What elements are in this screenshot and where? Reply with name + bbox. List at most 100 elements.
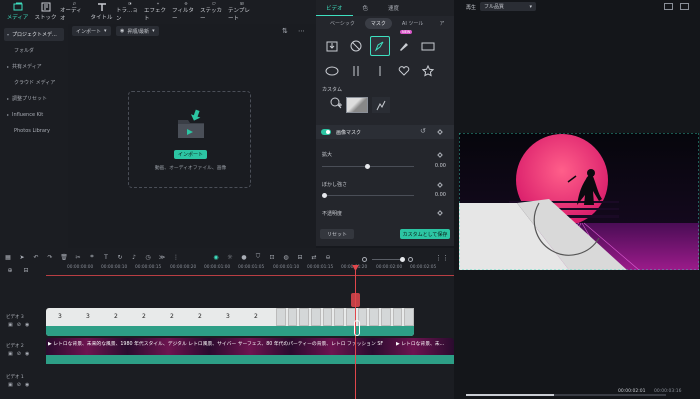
custom-mask-thumb-1[interactable] <box>346 97 368 113</box>
mask-ellipse[interactable] <box>322 61 342 81</box>
toolbar-template[interactable]: テンプレート <box>228 0 255 22</box>
sidebar-item-shared-media[interactable]: ▸ 共有メディア <box>4 60 64 73</box>
timer-icon[interactable]: ◷ <box>144 253 152 261</box>
zoom-slider[interactable] <box>372 257 405 262</box>
shield-icon[interactable]: ⛉ <box>254 253 262 261</box>
cursor-icon[interactable]: ➤ <box>18 253 26 261</box>
toolbar-stock[interactable]: ストック <box>32 0 59 22</box>
cut-icon[interactable]: ✂ <box>74 253 82 261</box>
tab-color[interactable]: 色 <box>353 0 379 16</box>
speed-icon[interactable]: ≫ <box>158 253 166 261</box>
eye-icon[interactable]: ◉ <box>25 351 29 357</box>
eye-icon[interactable]: ◉ <box>25 322 29 328</box>
opacity-keyframe-icon[interactable] <box>437 210 443 216</box>
reset-button[interactable]: リセット <box>320 229 354 239</box>
snapshot-icon[interactable] <box>664 3 673 10</box>
mask-brush[interactable]: NEW <box>394 30 414 56</box>
sort-dropdown[interactable]: ◉ 昇順/最新 ▾ <box>116 26 159 36</box>
mask-pen[interactable] <box>370 36 390 56</box>
snap-icon[interactable]: ⊡ <box>268 253 276 261</box>
mask-star[interactable] <box>418 61 438 81</box>
save-custom-button[interactable]: カスタムとして保存 <box>400 229 450 239</box>
tab-video[interactable]: ビデオ <box>316 0 353 16</box>
add-track-icon[interactable]: ⊕ <box>6 266 14 274</box>
toolbar-audio-label: オーディオ <box>60 8 82 22</box>
toolbar-filter[interactable]: フィルター <box>172 0 199 22</box>
mask-none[interactable] <box>346 36 366 56</box>
layout-icon[interactable]: ▦ <box>4 253 12 261</box>
toolbar-audio[interactable]: オーディオ <box>60 0 87 22</box>
crop-icon[interactable]: ⌗ <box>88 253 96 261</box>
more-icon[interactable]: ⋮ <box>172 253 180 261</box>
undo-icon[interactable]: ↶ <box>32 253 40 261</box>
blur-slider[interactable] <box>322 193 414 198</box>
sidebar-item-influence-kit[interactable]: ▸ Influence Kit <box>4 108 64 121</box>
sidebar-item-folder[interactable]: フォルダ <box>4 44 64 57</box>
zoom-out-icon[interactable] <box>362 257 367 262</box>
sidebar-item-cloud-media[interactable]: クラウド メディア <box>4 76 64 89</box>
scale-keyframe-icon[interactable] <box>437 152 443 158</box>
image-mask-toggle[interactable] <box>321 129 331 135</box>
mask-rectangle[interactable] <box>418 36 438 56</box>
mask-single-line[interactable] <box>370 61 390 81</box>
sidebar-item-project-media[interactable]: ▾ プロジェクトメデ... <box>4 28 64 41</box>
blur-keyframe-icon[interactable] <box>437 182 443 188</box>
ai-icon[interactable]: ◉ <box>212 253 220 261</box>
subtab-ai-tools[interactable]: AI ツール <box>396 18 430 29</box>
tab-speed[interactable]: 速度 <box>378 0 409 16</box>
toolbar-title[interactable]: タイトル <box>88 0 115 22</box>
toolbar-transition[interactable]: トラ...ョン <box>116 0 143 22</box>
import-dropdown[interactable]: インポート ▾ <box>72 26 111 36</box>
preview-video-frame[interactable] <box>459 133 699 270</box>
scale-value[interactable]: 0.00 <box>416 163 446 169</box>
link-track-icon[interactable]: ⊟ <box>22 266 30 274</box>
scale-slider-knob[interactable] <box>365 164 370 169</box>
quality-dropdown[interactable]: フル品質 ▾ <box>480 2 536 11</box>
sidebar-item-adjust-presets[interactable]: ▸ 調整プリセット <box>4 92 64 105</box>
eye-icon[interactable]: ◉ <box>25 382 29 388</box>
custom-mask-add[interactable] <box>329 96 347 114</box>
text-icon[interactable]: T <box>102 253 110 261</box>
blur-value[interactable]: 0.00 <box>416 192 446 198</box>
redo-icon[interactable]: ↷ <box>46 253 54 261</box>
drop-zone[interactable]: インポート 動画、オーディオファイル、画像 <box>128 91 251 188</box>
zoom-slider-knob[interactable] <box>400 257 405 262</box>
import-button[interactable]: インポート <box>174 150 207 159</box>
subtab-more[interactable]: ア <box>433 18 450 29</box>
marker-icon[interactable]: ◍ <box>282 253 290 261</box>
delete-icon[interactable]: 🗑 <box>60 253 68 261</box>
toolbar-sticker[interactable]: ステッカー <box>200 0 227 22</box>
reset-icon[interactable]: ↺ <box>420 127 426 135</box>
mask-download[interactable] <box>322 36 342 56</box>
toolbar-media[interactable]: メディア <box>4 0 31 22</box>
replace-icon[interactable]: ⇄ <box>310 253 318 261</box>
mic-icon[interactable]: ● <box>240 253 248 261</box>
video-track-icon[interactable]: ▣ <box>8 322 13 328</box>
playhead-marker[interactable] <box>351 293 360 307</box>
blur-slider-knob[interactable] <box>322 193 327 198</box>
lock-icon[interactable]: ⊘ <box>17 322 21 328</box>
sun-icon[interactable]: ☼ <box>226 253 234 261</box>
link-icon[interactable]: ⊖ <box>324 253 332 261</box>
zoom-in-icon[interactable] <box>408 257 413 262</box>
preview-scrubber[interactable] <box>466 394 666 396</box>
split-icon[interactable]: ⊟ <box>296 253 304 261</box>
scale-slider[interactable] <box>322 164 414 169</box>
lock-icon[interactable]: ⊘ <box>17 382 21 388</box>
video-track-icon[interactable]: ▣ <box>8 382 13 388</box>
mask-heart[interactable] <box>394 61 414 81</box>
video-track-icon[interactable]: ▣ <box>8 351 13 357</box>
toolbar-effect[interactable]: エフェクト <box>144 0 171 22</box>
more-icon[interactable]: ⋯ <box>298 27 305 35</box>
fullscreen-icon[interactable] <box>680 3 689 10</box>
sidebar-item-photos-library[interactable]: Photos Library <box>4 124 64 137</box>
filter-list-icon[interactable]: ⇅ <box>282 27 288 35</box>
lock-icon[interactable]: ⊘ <box>17 351 21 357</box>
subtab-mask[interactable]: マスク <box>364 17 392 29</box>
rotate-icon[interactable]: ↻ <box>116 253 124 261</box>
grid-icon[interactable]: ⋮⋮ <box>435 254 449 262</box>
audio-icon[interactable]: ♪ <box>130 253 138 261</box>
mask-double-line[interactable] <box>346 61 366 81</box>
custom-mask-thumb-2[interactable] <box>372 97 390 113</box>
subtab-basic[interactable]: ベーシック <box>324 18 361 29</box>
